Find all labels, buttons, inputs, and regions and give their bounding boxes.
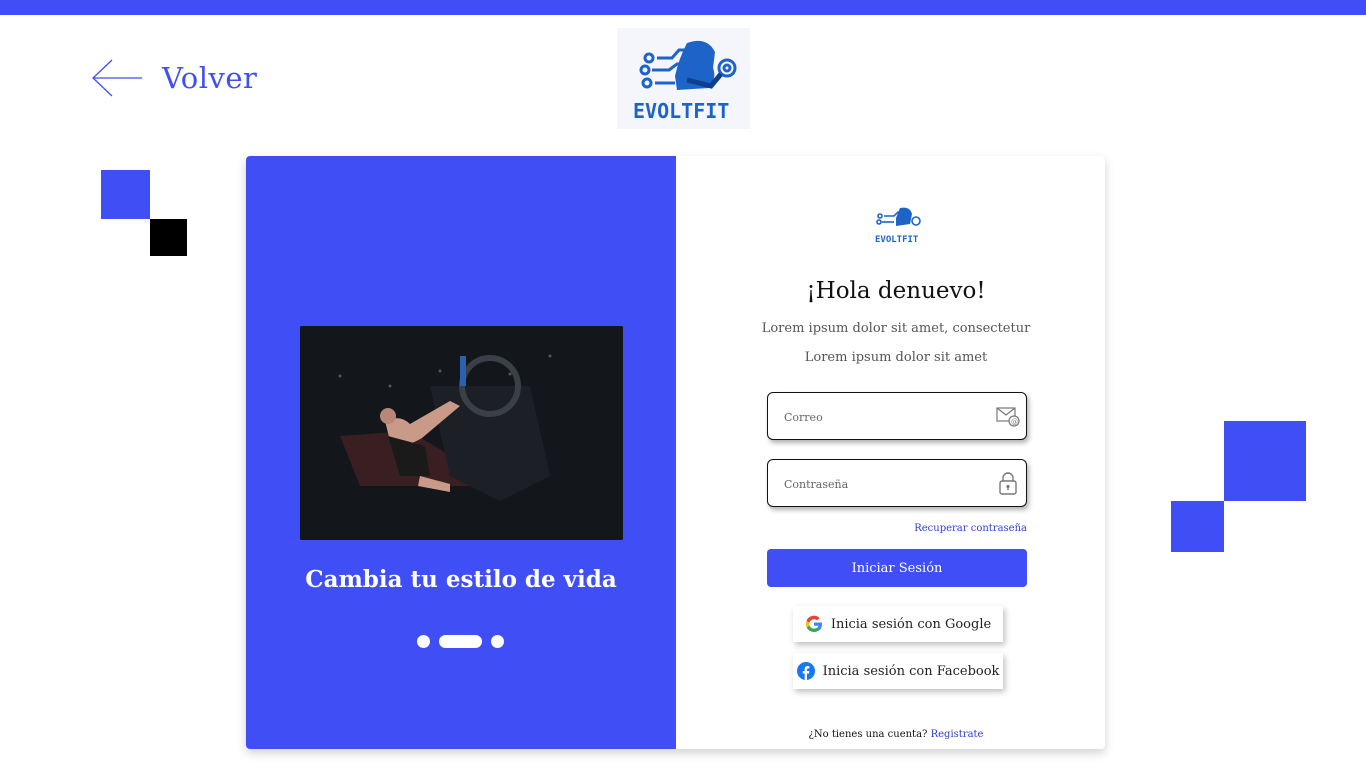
decor-square <box>1171 501 1224 552</box>
hero-slogan: Cambia tu estilo de vida <box>305 566 617 593</box>
login-button[interactable]: Iniciar Sesión <box>767 549 1027 587</box>
brand-logo: EVOLTFIT <box>617 28 750 129</box>
carousel-dot[interactable] <box>491 635 504 648</box>
hero-panel: Cambia tu estilo de vida <box>246 156 676 749</box>
mail-icon: @ <box>996 407 1020 427</box>
hero-photo <box>300 326 623 540</box>
lock-icon <box>999 472 1017 495</box>
top-accent-bar <box>0 0 1366 15</box>
facebook-login-label: Inicia sesión con Facebook <box>822 663 1000 679</box>
decor-square <box>101 170 150 219</box>
decor-square <box>1224 421 1306 501</box>
password-input[interactable] <box>782 460 986 508</box>
brand-logo-small: EVOLTFIT <box>874 204 924 246</box>
svg-text:@: @ <box>1011 418 1018 426</box>
login-form: EVOLTFIT ¡Hola denuevo! Lorem ipsum dolo… <box>676 156 1105 749</box>
carousel-dot-active[interactable] <box>439 635 482 648</box>
signup-text: ¿No tienes una cuenta? <box>808 729 928 740</box>
email-input[interactable] <box>782 393 986 441</box>
password-field[interactable] <box>767 459 1027 508</box>
google-login-button[interactable]: Inicia sesión con Google <box>793 606 1003 642</box>
logo-wordmark-small: EVOLTFIT <box>875 235 919 245</box>
back-label: Volver <box>162 61 258 95</box>
signup-prompt: ¿No tienes una cuenta? Registrate <box>676 729 1116 740</box>
decor-square <box>150 219 187 256</box>
login-card: Cambia tu estilo de vida EVOLTFIT ¡Hola … <box>246 156 1105 749</box>
back-button[interactable]: Volver <box>90 58 257 98</box>
google-icon <box>805 615 822 633</box>
email-field[interactable]: @ <box>767 392 1027 441</box>
login-subtitle: Lorem ipsum dolor sit amet, consectetur <box>761 321 1031 336</box>
logo-wordmark: EVOLTFIT <box>633 99 729 123</box>
carousel-indicator <box>417 635 504 648</box>
arrow-left-icon <box>92 59 142 97</box>
google-login-label: Inicia sesión con Google <box>830 616 992 632</box>
register-link[interactable]: Registrate <box>931 729 984 740</box>
carousel-dot[interactable] <box>417 635 430 648</box>
login-title: ¡Hola denuevo! <box>806 278 986 304</box>
facebook-login-button[interactable]: Inicia sesión con Facebook <box>793 653 1003 689</box>
forgot-password-link[interactable]: Recuperar contraseña <box>876 523 1027 534</box>
login-subtitle: Lorem ipsum dolor sit amet <box>804 350 988 365</box>
facebook-icon <box>796 662 815 680</box>
